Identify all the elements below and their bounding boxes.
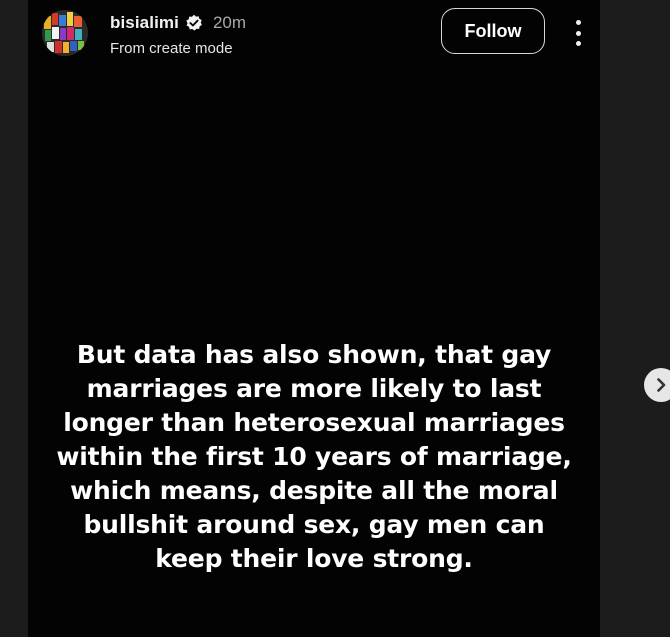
avatar-image [42,10,88,56]
username[interactable]: bisialimi [110,13,179,33]
dot [575,30,581,36]
dot [575,20,581,25]
story-viewer: bisialimi 20m From create mode Follow Bu… [28,0,600,637]
story-text: But data has also shown, that gay marria… [56,340,572,573]
user-line: bisialimi 20m [110,12,246,34]
dot [575,41,581,46]
subtitle: From create mode [110,40,233,57]
chevron-right-icon[interactable] [644,368,670,402]
page: bisialimi 20m From create mode Follow Bu… [0,0,670,637]
avatar[interactable] [42,10,88,56]
verified-badge-icon [185,14,203,32]
post-time: 20m [212,13,247,32]
story-header: bisialimi 20m From create mode Follow [42,8,586,60]
follow-button[interactable]: Follow [441,8,545,54]
more-options-icon[interactable] [572,20,584,46]
